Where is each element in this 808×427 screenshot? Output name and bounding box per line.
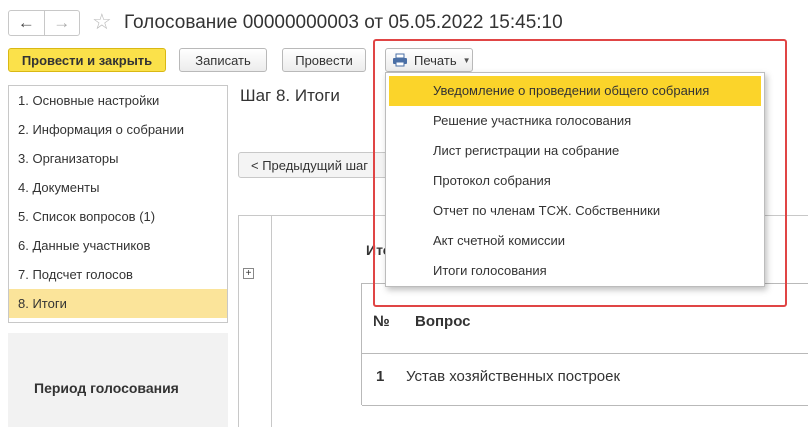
step-heading: Шаг 8. Итоги — [240, 86, 340, 105]
step-item[interactable]: 4. Документы — [9, 173, 227, 202]
step-item[interactable]: 7. Подсчет голосов — [9, 260, 227, 289]
forward-arrow-icon[interactable]: → — [43, 11, 80, 35]
chevron-down-icon: ▼ — [462, 55, 471, 65]
step-item-active[interactable]: 8. Итоги — [9, 289, 227, 318]
print-menu: Уведомление о проведении общего собрания… — [385, 72, 765, 287]
column-header-question: Вопрос — [415, 313, 471, 330]
results-label: Итоги — [366, 242, 386, 258]
step-item[interactable]: 3. Организаторы — [9, 144, 227, 173]
print-menu-item-results[interactable]: Итоги голосования — [389, 256, 761, 286]
previous-step-button[interactable]: < Предыдущий шаг — [238, 152, 388, 178]
post-button[interactable]: Провести — [282, 48, 366, 72]
window-title: Голосование 00000000003 от 05.05.2022 15… — [124, 12, 563, 33]
results-gutter — [271, 216, 272, 427]
history-nav: ← → — [8, 10, 80, 36]
print-menu-item-decision[interactable]: Решение участника голосования — [389, 106, 761, 136]
printer-icon — [392, 53, 408, 67]
step-item[interactable]: 2. Информация о собрании — [9, 115, 227, 144]
post-and-close-button[interactable]: Провести и закрыть — [8, 48, 166, 72]
favorite-star-icon[interactable]: ☆ — [92, 8, 112, 36]
write-button[interactable]: Записать — [179, 48, 267, 72]
step-item[interactable]: 5. Список вопросов (1) — [9, 202, 227, 231]
period-label: Период голосования — [34, 380, 179, 396]
print-menu-item-members-report[interactable]: Отчет по членам ТСЖ. Собственники — [389, 196, 761, 226]
expand-icon[interactable]: + — [243, 268, 254, 279]
table-row-question[interactable]: Устав хозяйственных построек — [406, 368, 620, 385]
steps-list: 1. Основные настройки 2. Информация о со… — [8, 85, 228, 323]
print-menu-item-protocol[interactable]: Протокол собрания — [389, 166, 761, 196]
print-menu-item-registration[interactable]: Лист регистрации на собрание — [389, 136, 761, 166]
print-button-label: Печать — [414, 52, 457, 68]
questions-table: № Вопрос 1 Устав хозяйственных построек — [361, 283, 808, 406]
step-item[interactable]: 1. Основные настройки — [9, 86, 227, 115]
period-panel: Период голосования — [8, 333, 228, 427]
print-menu-item-notice[interactable]: Уведомление о проведении общего собрания — [389, 76, 761, 106]
print-button[interactable]: Печать ▼ — [385, 48, 473, 72]
step-item[interactable]: 6. Данные участников — [9, 231, 227, 260]
back-arrow-icon[interactable]: ← — [9, 11, 44, 35]
print-menu-item-commission-act[interactable]: Акт счетной комиссии — [389, 226, 761, 256]
table-row-number: 1 — [376, 368, 385, 385]
table-row-divider — [362, 405, 808, 406]
column-header-number: № — [373, 313, 390, 330]
